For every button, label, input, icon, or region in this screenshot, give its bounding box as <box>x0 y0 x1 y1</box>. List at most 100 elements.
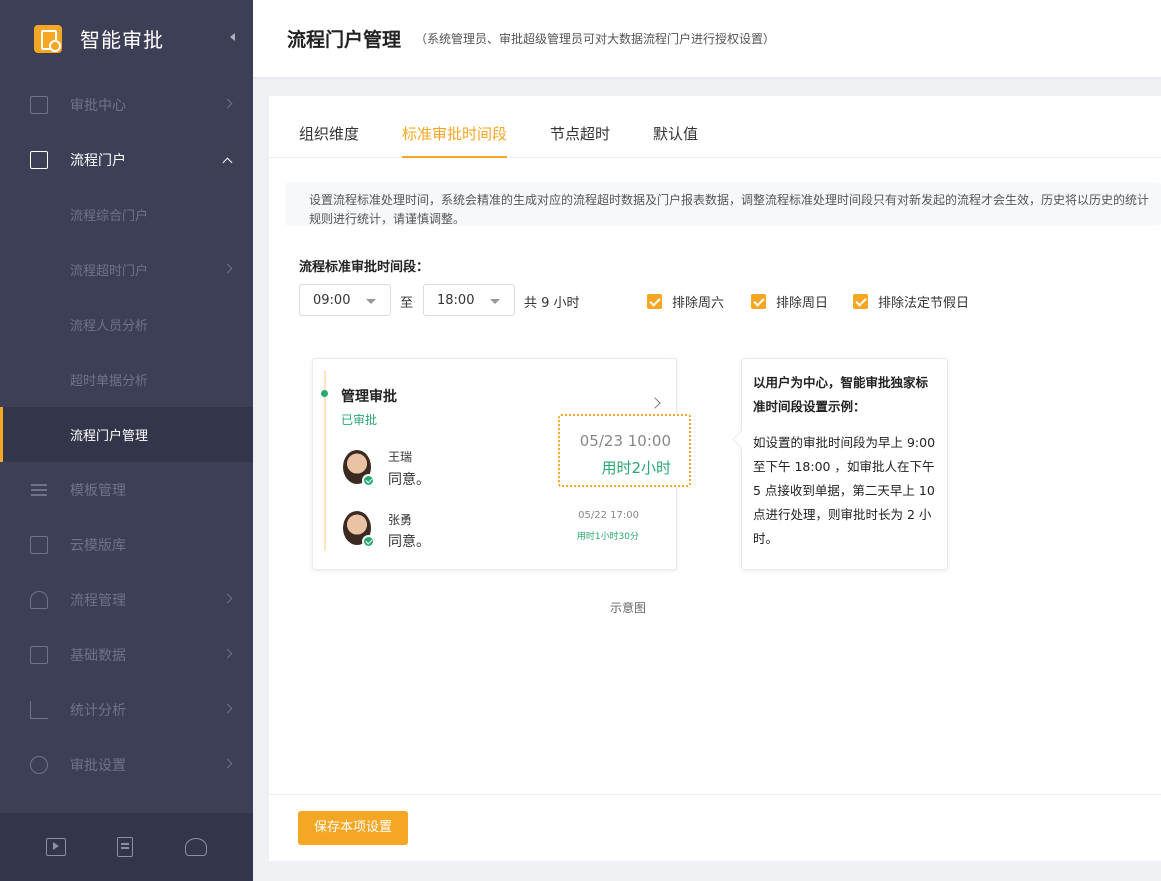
chevron-right-icon <box>222 593 233 604</box>
collapse-sidebar-icon[interactable] <box>230 33 235 41</box>
sidebar-item-cloud-templates[interactable]: 云模版库 <box>0 517 253 572</box>
chevron-up-icon <box>222 157 233 168</box>
monitor-icon <box>30 150 48 169</box>
sidebar-item-label: 模板管理 <box>70 482 126 499</box>
sidebar-item-label: 统计分析 <box>70 702 126 719</box>
exclude-saturday-checkbox[interactable]: 排除周六 <box>647 292 724 311</box>
sidebar-item-label: 基础数据 <box>70 647 126 664</box>
sidebar-subitem-label: 流程人员分析 <box>70 319 149 334</box>
avatar <box>343 511 375 548</box>
timeline-dot <box>321 390 328 397</box>
doc-icon <box>30 95 48 114</box>
settings-card: 组织维度 标准审批时间段 节点超时 默认值 设置流程标准处理时间，系统会精准的生… <box>269 96 1161 861</box>
sidebar-item-label: 云模版库 <box>70 537 126 554</box>
checkbox-checked-icon <box>853 294 868 309</box>
brand: 智能审批 <box>0 0 253 77</box>
exclude-holidays-checkbox[interactable]: 排除法定节假日 <box>853 292 969 311</box>
list-icon <box>30 481 48 499</box>
page-subtitle: （系统管理员、审批超级管理员可对大数据流程门户进行授权设置） <box>415 32 776 46</box>
checkbox-label: 排除周六 <box>672 296 725 311</box>
start-time-select[interactable]: 09:00 <box>299 284 391 316</box>
sidebar-item-label: 审批设置 <box>70 757 126 774</box>
caret-down-icon <box>366 299 376 304</box>
to-label: 至 <box>400 296 414 311</box>
tab-defaults[interactable]: 默认值 <box>653 96 698 158</box>
gear-icon <box>30 755 48 774</box>
page-title: 流程门户管理 <box>287 29 402 51</box>
sidebar-item-template-management[interactable]: 模板管理 <box>0 462 253 517</box>
timeline-line <box>324 371 326 551</box>
chevron-right-icon <box>222 703 233 714</box>
sidebar-subitem-timeout-analysis[interactable]: 超时单据分析 <box>0 352 253 407</box>
explanation-title: 以用户为中心，智能审批独家标准时间段设置示例： <box>753 375 929 414</box>
tab-standard-time[interactable]: 标准审批时间段 <box>402 96 508 158</box>
checkbox-label: 排除周日 <box>776 296 829 311</box>
tree-icon <box>30 590 48 609</box>
sidebar-subitem-label: 流程门户管理 <box>70 429 149 444</box>
sidebar-footer <box>0 813 253 881</box>
sidebar-item-approval-center[interactable]: 审批中心 <box>0 77 253 132</box>
time-range-label: 流程标准审批时间段： <box>299 260 430 275</box>
sidebar-item-label: 流程门户 <box>70 152 126 169</box>
end-time-value: 18:00 <box>437 293 475 308</box>
checkbox-label: 排除法定节假日 <box>878 296 970 311</box>
exclude-sunday-checkbox[interactable]: 排除周日 <box>751 292 828 311</box>
sidebar-item-label: 流程管理 <box>70 592 126 609</box>
sidebar-item-process-management[interactable]: 流程管理 <box>0 572 253 627</box>
sidebar-subitem-label: 流程超时门户 <box>70 264 149 279</box>
highlighted-duration-value: 用时2小时 <box>601 459 671 477</box>
node-title: 管理审批 <box>341 389 397 405</box>
document-icon[interactable] <box>117 837 134 857</box>
chevron-right-icon <box>222 263 233 274</box>
tab-org-dimension[interactable]: 组织维度 <box>299 96 359 158</box>
start-time-value: 09:00 <box>313 293 351 308</box>
video-icon[interactable] <box>45 838 66 856</box>
approval-duration: 用时1小时30分 <box>576 532 639 542</box>
approved-check-icon <box>362 474 375 487</box>
approver-name: 张勇 <box>388 513 413 527</box>
sidebar-subitem-portal-overview[interactable]: 流程综合门户 <box>0 187 253 242</box>
sidebar-subitem-timeout-portal[interactable]: 流程超时门户 <box>0 242 253 297</box>
copy-icon <box>30 535 48 554</box>
page-header: 流程门户管理 （系统管理员、审批超级管理员可对大数据流程门户进行授权设置） <box>253 0 1161 77</box>
sidebar-item-base-data[interactable]: 基础数据 <box>0 627 253 682</box>
sidebar-subitem-portal-management[interactable]: 流程门户管理 <box>0 407 253 462</box>
tab-node-timeout[interactable]: 节点超时 <box>550 96 610 158</box>
checkbox-checked-icon <box>751 294 766 309</box>
total-hours: 共 9 小时 <box>524 296 580 311</box>
sidebar-subitem-staff-analysis[interactable]: 流程人员分析 <box>0 297 253 352</box>
approver-comment: 同意。 <box>388 534 430 550</box>
end-time-select[interactable]: 18:00 <box>423 284 515 316</box>
highlighted-duration: 05/23 10:00 用时2小时 <box>558 414 691 487</box>
diagram-caption: 示意图 <box>610 601 647 615</box>
example-explanation: 以用户为中心，智能审批独家标准时间段设置示例： 如设置的审批时间段为早上 9:0… <box>741 358 948 570</box>
card-footer: 保存本项设置 <box>269 794 1161 861</box>
approver-comment: 同意。 <box>388 472 430 488</box>
approver-name: 王瑞 <box>388 450 413 464</box>
chevron-right-icon <box>222 648 233 659</box>
app-logo-icon <box>34 24 62 53</box>
checkbox-checked-icon <box>647 294 662 309</box>
chevron-right-icon <box>649 397 661 409</box>
sidebar: 智能审批 审批中心 流程门户 流程综合门户 流程超时门户 流程人员分析 超时单据… <box>0 0 253 881</box>
sidebar-subitem-label: 超时单据分析 <box>70 374 149 389</box>
chevron-right-icon <box>222 758 233 769</box>
app-title: 智能审批 <box>80 28 164 52</box>
sidebar-item-label: 审批中心 <box>70 97 126 114</box>
sidebar-item-process-portal[interactable]: 流程门户 <box>0 132 253 187</box>
bar-chart-icon <box>30 700 48 719</box>
node-status: 已审批 <box>341 413 378 427</box>
save-button[interactable]: 保存本项设置 <box>298 811 408 845</box>
avatar <box>343 450 375 487</box>
approval-time: 05/22 17:00 <box>578 510 639 521</box>
users-icon[interactable] <box>185 838 208 856</box>
tab-bar: 组织维度 标准审批时间段 节点超时 默认值 <box>269 96 1161 158</box>
highlighted-time: 05/23 10:00 <box>579 432 671 450</box>
sidebar-item-approval-settings[interactable]: 审批设置 <box>0 737 253 792</box>
sidebar-item-statistics[interactable]: 统计分析 <box>0 682 253 737</box>
approved-check-icon <box>362 535 375 548</box>
notice-text: 设置流程标准处理时间，系统会精准的生成对应的流程超时数据及门户报表数据，调整流程… <box>285 182 1161 226</box>
chevron-right-icon <box>222 98 233 109</box>
database-icon <box>30 645 48 664</box>
caret-down-icon <box>490 299 500 304</box>
